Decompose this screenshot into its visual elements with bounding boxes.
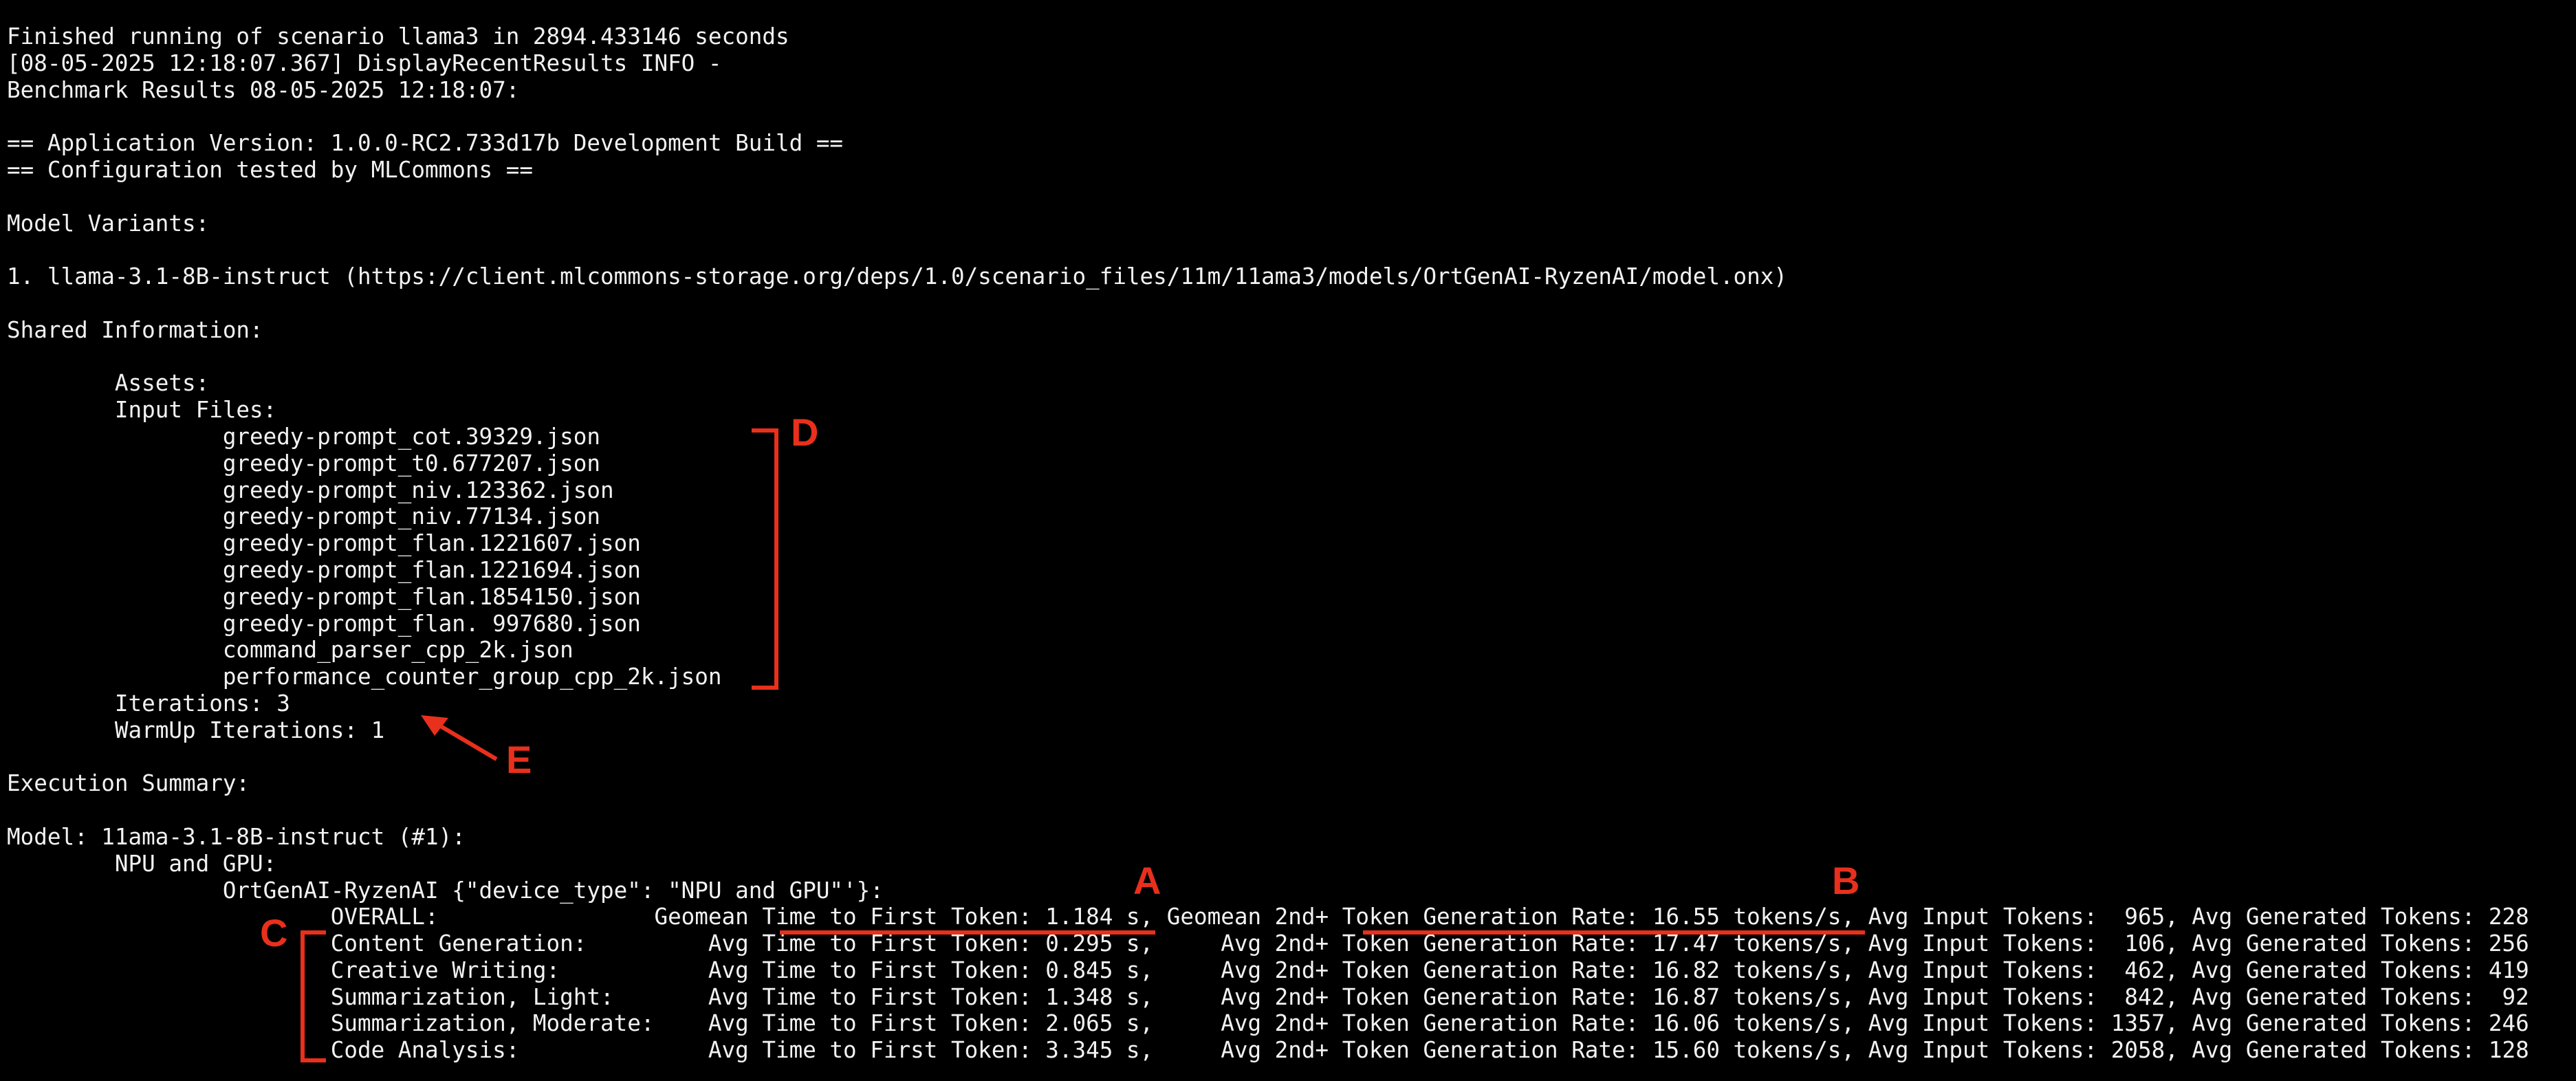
terminal-line: == Configuration tested by MLCommons ==	[7, 156, 533, 183]
terminal-line: greedy-prompt_t0.677207.json	[7, 450, 601, 477]
terminal-line: Code Analysis: Avg Time to First Token: …	[7, 1037, 2529, 1064]
terminal-line: Assets:	[7, 370, 210, 397]
terminal-line: greedy-prompt_flan.1854150.json	[7, 583, 641, 610]
terminal-line: Input Files:	[7, 397, 277, 424]
terminal-line: Summarization, Light: Avg Time to First …	[7, 983, 2529, 1010]
terminal-line: Summarization, Moderate: Avg Time to Fir…	[7, 1010, 2529, 1037]
terminal-line: Execution Summary:	[7, 770, 250, 797]
terminal-line: greedy-prompt_flan. 997680.json	[7, 610, 641, 637]
terminal-line: greedy-prompt_niv.123362.json	[7, 477, 614, 503]
terminal-line: Content Generation: Avg Time to First To…	[7, 930, 2529, 957]
terminal-line: OVERALL: Geomean Time to First Token: 1.…	[7, 904, 2529, 930]
terminal-line: Model: 11ama-3.1-8B-instruct (#1):	[7, 823, 466, 850]
terminal-line: OrtGenAI-RyzenAI {"device_type": "NPU an…	[7, 877, 884, 904]
terminal-line: Iterations: 3	[7, 690, 290, 717]
terminal-output: Finished running of scenario llama3 in 2…	[7, 23, 2529, 1064]
terminal-line: == Application Version: 1.0.0-RC2.733d17…	[7, 130, 844, 157]
terminal-line: Creative Writing: Avg Time to First Toke…	[7, 957, 2529, 983]
terminal-line: greedy-prompt_flan.1221694.json	[7, 556, 641, 583]
terminal-line: greedy-prompt_niv.77134.json	[7, 503, 601, 530]
terminal-line: command_parser_cpp_2k.json	[7, 637, 574, 664]
terminal-line: Finished running of scenario llama3 in 2…	[7, 23, 789, 50]
terminal-line: WarmUp Iterations: 1	[7, 717, 385, 743]
terminal-line: greedy-prompt_cot.39329.json	[7, 423, 601, 450]
terminal-line: performance_counter_group_cpp_2k.json	[7, 664, 722, 690]
terminal-line: NPU and GPU:	[7, 850, 277, 877]
terminal-line: 1. llama-3.1-8B-instruct (https://client…	[7, 263, 1788, 290]
terminal-line: greedy-prompt_flan.1221607.json	[7, 530, 641, 557]
terminal-line: Model Variants:	[7, 210, 210, 237]
terminal-line: Benchmark Results 08-05-2025 12:18:07:	[7, 76, 520, 103]
terminal-line: [08-05-2025 12:18:07.367] DisplayRecentR…	[7, 50, 722, 76]
terminal-line: Shared Information:	[7, 316, 263, 343]
